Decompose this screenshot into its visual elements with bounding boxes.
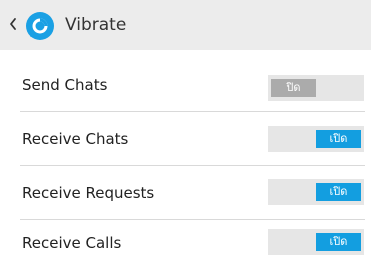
receive-calls-toggle[interactable]: เปิด	[268, 229, 364, 255]
setting-label: Receive Calls	[22, 234, 122, 252]
app-logo-icon	[26, 12, 54, 40]
toggle-state-label: ปิด	[271, 79, 316, 97]
vibrate-settings-screen: Vibrate Send Chats ปิด Receive Chats เปิ…	[0, 0, 371, 267]
chevron-left-icon[interactable]	[8, 14, 18, 34]
receive-chats-toggle[interactable]: เปิด	[268, 126, 364, 152]
toggle-state-label: เปิด	[316, 130, 361, 148]
setting-row-receive-calls: Receive Calls เปิด	[0, 220, 371, 267]
receive-requests-toggle[interactable]: เปิด	[268, 179, 364, 205]
toggle-state-label: เปิด	[316, 233, 361, 251]
setting-row-receive-chats: Receive Chats เปิด	[0, 112, 371, 166]
send-chats-toggle[interactable]: ปิด	[268, 75, 364, 101]
setting-label: Receive Chats	[22, 130, 129, 148]
page-title: Vibrate	[65, 15, 127, 35]
header-bar: Vibrate	[0, 0, 371, 50]
setting-row-receive-requests: Receive Requests เปิด	[0, 166, 371, 220]
toggle-state-label: เปิด	[316, 183, 361, 201]
setting-label: Send Chats	[22, 76, 108, 94]
setting-label: Receive Requests	[22, 184, 155, 202]
setting-row-send-chats: Send Chats ปิด	[0, 58, 371, 112]
